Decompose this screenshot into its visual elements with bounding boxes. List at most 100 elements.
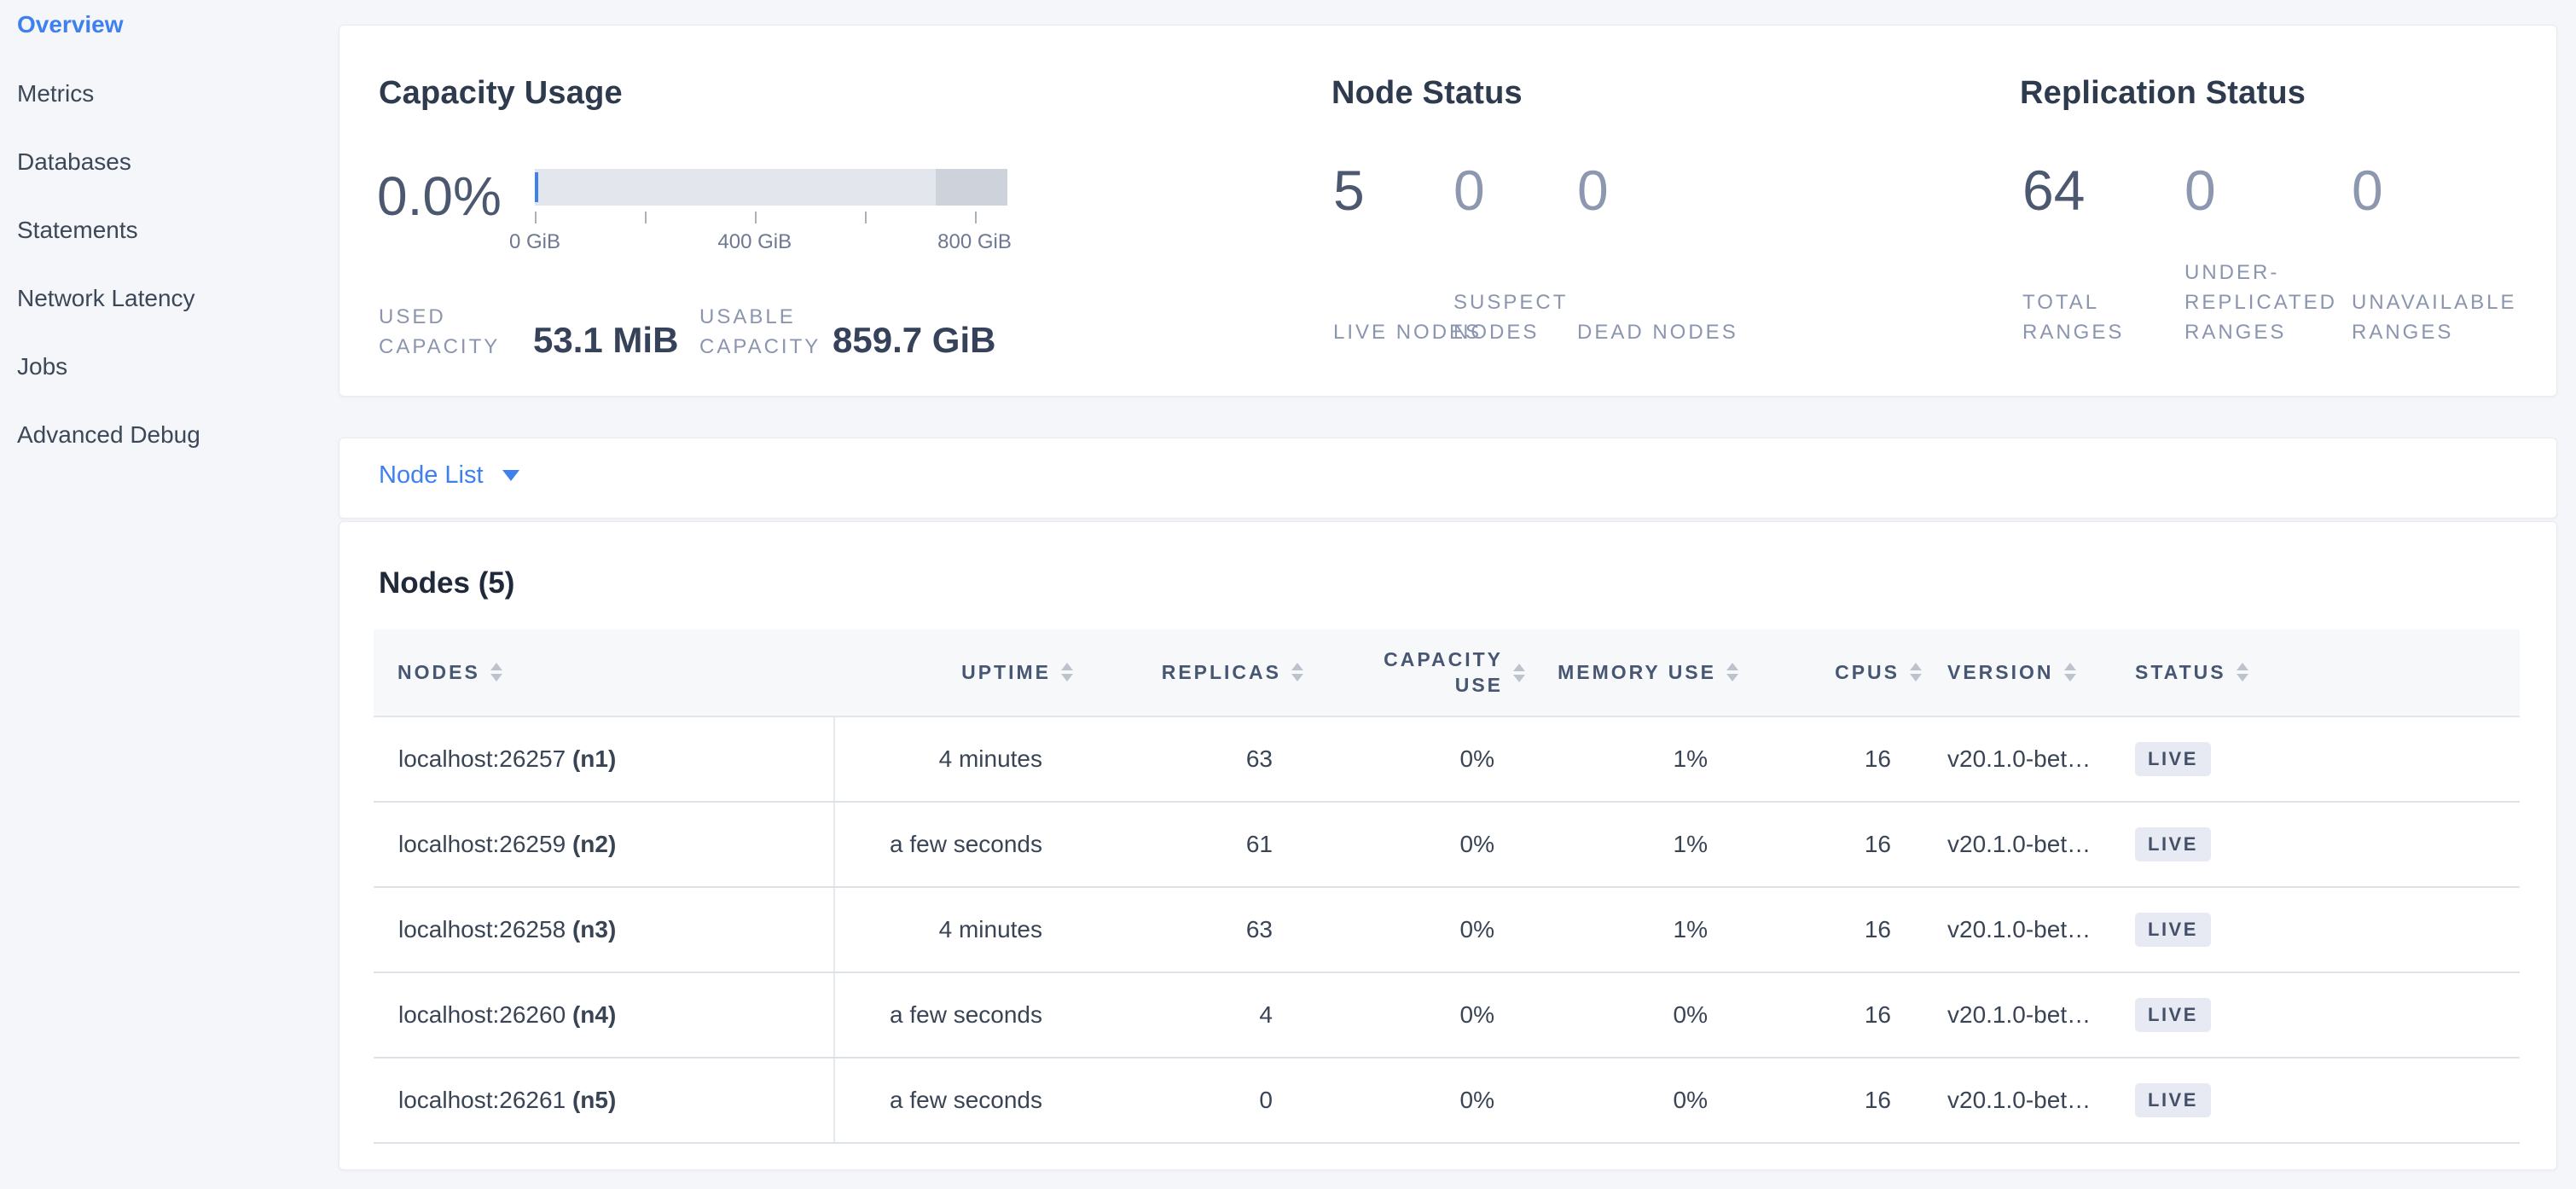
sort-icon	[1291, 663, 1303, 682]
cell-node-name: localhost:26259 (n2)	[374, 802, 834, 887]
axis-tick	[865, 212, 867, 223]
usable-free-segment	[535, 169, 936, 206]
cell-memory-use: 1%	[1542, 802, 1755, 887]
column-header-memory-use[interactable]: MEMORY USE	[1542, 629, 1755, 716]
sort-icon	[490, 663, 502, 682]
table-row: localhost:26261 (n5) a few seconds 0 0% …	[374, 1058, 2520, 1143]
cell-uptime: 4 minutes	[834, 887, 1090, 972]
cell-status: LIVE	[2126, 1058, 2520, 1143]
sort-icon	[1910, 663, 1922, 682]
node-id: (n2)	[572, 831, 616, 857]
sidebar-item-advanced-debug[interactable]: Advanced Debug	[17, 420, 200, 450]
node-link[interactable]: localhost:26260	[398, 1001, 566, 1028]
cell-memory-use: 0%	[1542, 972, 1755, 1058]
cell-uptime: a few seconds	[834, 1058, 1090, 1143]
sidebar-item-metrics[interactable]: Metrics	[17, 79, 94, 108]
node-link[interactable]: localhost:26258	[398, 916, 566, 942]
usable-capacity-value: 859.7 GiB	[833, 320, 995, 361]
table-header-row: NODES UPTIME REPLICAS CAPACITY USE MEMOR…	[374, 629, 2520, 716]
chevron-down-icon	[502, 470, 519, 481]
dead-nodes-label: DEAD NODES	[1577, 317, 1739, 347]
total-ranges-stat: 64 TOTAL RANGES	[2022, 162, 2193, 353]
other-usage-segment	[936, 169, 1007, 206]
table-row: localhost:26258 (n3) 4 minutes 63 0% 1% …	[374, 887, 2520, 972]
cell-cpus: 16	[1755, 887, 1939, 972]
unavailable-ranges-label: UNAVAILABLE RANGES	[2352, 287, 2514, 347]
column-header-nodes[interactable]: NODES	[374, 629, 834, 716]
cell-version: v20.1.0-bet…	[1939, 1058, 2126, 1143]
status-badge: LIVE	[2135, 827, 2211, 861]
column-label: VERSION	[1947, 660, 2054, 686]
axis-tick	[755, 212, 757, 223]
capacity-used-percent: 0.0%	[377, 165, 502, 228]
under-replicated-ranges-label: UNDER-REPLICATED RANGES	[2184, 258, 2347, 347]
status-badge: LIVE	[2135, 742, 2211, 776]
unavailable-ranges-count: 0	[2352, 162, 2522, 218]
table-row: localhost:26260 (n4) a few seconds 4 0% …	[374, 972, 2520, 1058]
sidebar: Overview Metrics Databases Statements Ne…	[0, 0, 334, 1189]
cell-node-name: localhost:26261 (n5)	[374, 1058, 834, 1143]
used-capacity-marker	[535, 172, 538, 202]
column-header-cpus[interactable]: CPUS	[1755, 629, 1939, 716]
sidebar-item-databases[interactable]: Databases	[17, 148, 131, 177]
cell-uptime: 4 minutes	[834, 716, 1090, 802]
column-label: MEMORY USE	[1558, 660, 1716, 686]
column-label: STATUS	[2135, 660, 2226, 686]
column-label: NODES	[397, 660, 480, 686]
node-status-title: Node Status	[1332, 75, 1523, 112]
column-header-uptime[interactable]: UPTIME	[834, 629, 1090, 716]
total-ranges-label: TOTAL RANGES	[2022, 287, 2184, 347]
nodes-table: NODES UPTIME REPLICAS CAPACITY USE MEMOR…	[374, 629, 2520, 1144]
sidebar-item-statements[interactable]: Statements	[17, 216, 138, 245]
column-header-version[interactable]: VERSION	[1939, 629, 2126, 716]
axis-tick	[645, 212, 647, 223]
sidebar-item-overview[interactable]: Overview	[17, 10, 124, 39]
column-label: CPUS	[1835, 660, 1900, 686]
cluster-summary-card: Capacity Usage 0.0% 0 GiB400 GiB800 GiB …	[339, 25, 2557, 397]
cell-version: v20.1.0-bet…	[1939, 716, 2126, 802]
column-label: UPTIME	[961, 660, 1051, 686]
cell-replicas: 63	[1090, 716, 1320, 802]
cell-cpus: 16	[1755, 972, 1939, 1058]
cell-cpus: 16	[1755, 716, 1939, 802]
sort-icon	[1061, 663, 1073, 682]
node-list-dropdown-label: Node List	[379, 461, 484, 490]
column-header-status[interactable]: STATUS	[2126, 629, 2520, 716]
cell-capacity-use: 0%	[1320, 887, 1542, 972]
cell-status: LIVE	[2126, 887, 2520, 972]
status-badge: LIVE	[2135, 1083, 2211, 1117]
axis-tick	[975, 212, 977, 223]
table-row: localhost:26257 (n1) 4 minutes 63 0% 1% …	[374, 716, 2520, 802]
cell-version: v20.1.0-bet…	[1939, 972, 2126, 1058]
node-link[interactable]: localhost:26257	[398, 745, 566, 772]
view-selector-card: Node List	[339, 438, 2557, 519]
node-link[interactable]: localhost:26261	[398, 1087, 566, 1113]
dead-nodes-count: 0	[1577, 162, 1748, 218]
column-header-capacity-use[interactable]: CAPACITY USE	[1320, 629, 1542, 716]
nodes-table-card: Nodes (5) NODES UPTIME REPLICAS CAPACITY…	[339, 521, 2557, 1170]
node-id: (n3)	[572, 916, 616, 942]
axis-tick-label: 800 GiB	[937, 230, 1012, 254]
cell-replicas: 63	[1090, 887, 1320, 972]
cell-cpus: 16	[1755, 802, 1939, 887]
sidebar-item-network-latency[interactable]: Network Latency	[17, 284, 195, 313]
replication-status-title: Replication Status	[2020, 75, 2306, 112]
column-header-replicas[interactable]: REPLICAS	[1090, 629, 1320, 716]
cell-node-name: localhost:26257 (n1)	[374, 716, 834, 802]
node-link[interactable]: localhost:26259	[398, 831, 566, 857]
dead-nodes-stat: 0 DEAD NODES	[1577, 162, 1748, 353]
cell-version: v20.1.0-bet…	[1939, 887, 2126, 972]
column-label: REPLICAS	[1162, 660, 1281, 686]
node-list-dropdown[interactable]: Node List	[379, 461, 519, 490]
axis-tick	[535, 212, 537, 223]
cell-node-name: localhost:26260 (n4)	[374, 972, 834, 1058]
cell-version: v20.1.0-bet…	[1939, 802, 2126, 887]
cell-replicas: 4	[1090, 972, 1320, 1058]
cell-replicas: 0	[1090, 1058, 1320, 1143]
sidebar-item-jobs[interactable]: Jobs	[17, 352, 67, 381]
cell-node-name: localhost:26258 (n3)	[374, 887, 834, 972]
node-id: (n1)	[572, 745, 616, 772]
cell-capacity-use: 0%	[1320, 972, 1542, 1058]
cell-memory-use: 1%	[1542, 716, 1755, 802]
under-replicated-ranges-stat: 0 UNDER-REPLICATED RANGES	[2184, 162, 2355, 353]
